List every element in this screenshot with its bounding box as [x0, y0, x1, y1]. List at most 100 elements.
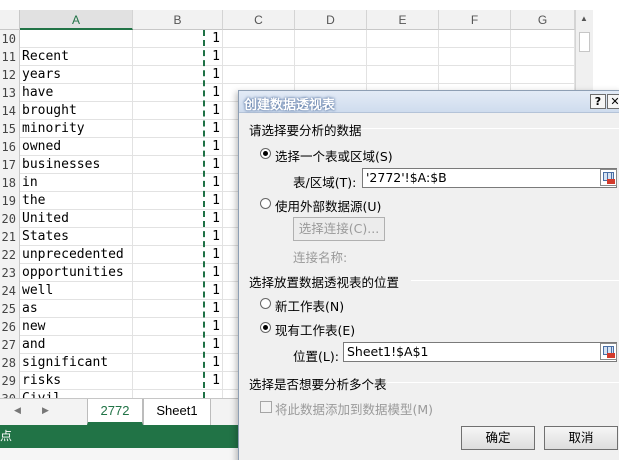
- cell-a[interactable]: the: [20, 192, 133, 210]
- cell-b[interactable]: 1: [133, 318, 223, 336]
- section-placement-label: 选择放置数据透视表的位置: [249, 275, 400, 290]
- ok-button[interactable]: 确定: [461, 426, 535, 450]
- cell-a[interactable]: opportunities: [20, 264, 133, 282]
- radio-new-worksheet[interactable]: [260, 298, 271, 309]
- sheet-tab-sheet1[interactable]: Sheet1: [143, 399, 211, 425]
- option-table-range-label[interactable]: 选择一个表或区域(S): [275, 146, 393, 165]
- row-header[interactable]: 12: [0, 66, 20, 84]
- cell-b[interactable]: 1: [133, 264, 223, 282]
- cell-b[interactable]: 1: [133, 156, 223, 174]
- cell-a[interactable]: and: [20, 336, 133, 354]
- cell-b[interactable]: 1: [133, 30, 223, 48]
- section-multiple-tables-label: 选择是否想要分析多个表: [249, 377, 387, 392]
- row-header[interactable]: 15: [0, 120, 20, 138]
- cell-b[interactable]: 1: [133, 336, 223, 354]
- cell-a[interactable]: years: [20, 66, 133, 84]
- column-header-b[interactable]: B: [133, 10, 223, 30]
- location-input[interactable]: Sheet1!$A$1: [343, 342, 617, 362]
- row-header[interactable]: 29: [0, 372, 20, 390]
- cell-a[interactable]: well: [20, 282, 133, 300]
- row-header[interactable]: 16: [0, 138, 20, 156]
- cell-a[interactable]: significant: [20, 354, 133, 372]
- cell-a[interactable]: risks: [20, 372, 133, 390]
- range-collapse-icon[interactable]: [600, 169, 617, 186]
- row-header[interactable]: 19: [0, 192, 20, 210]
- row-header[interactable]: 28: [0, 354, 20, 372]
- table-row: years 1: [20, 66, 575, 84]
- row-header[interactable]: 10: [0, 30, 20, 48]
- row-header[interactable]: 17: [0, 156, 20, 174]
- row-header[interactable]: 24: [0, 282, 20, 300]
- cell-b[interactable]: 1: [133, 354, 223, 372]
- radio-existing-worksheet[interactable]: [260, 322, 271, 333]
- scroll-thumb[interactable]: [579, 32, 590, 52]
- sheet-tab-2772[interactable]: 2772: [87, 399, 143, 425]
- column-header-d[interactable]: D: [295, 10, 367, 30]
- dialog-title: 创建数据透视表: [244, 98, 336, 113]
- row-header[interactable]: 22: [0, 246, 20, 264]
- row-header[interactable]: 25: [0, 300, 20, 318]
- row-header[interactable]: 21: [0, 228, 20, 246]
- section-divider: [387, 382, 619, 383]
- cell-b[interactable]: 1: [133, 84, 223, 102]
- cell-b[interactable]: 1: [133, 282, 223, 300]
- cell-a[interactable]: United: [20, 210, 133, 228]
- cell-b[interactable]: 1: [133, 300, 223, 318]
- cell-b[interactable]: 1: [133, 138, 223, 156]
- cell-a[interactable]: minority: [20, 120, 133, 138]
- help-icon[interactable]: ?: [590, 94, 606, 109]
- column-header-g[interactable]: G: [511, 10, 575, 30]
- cell-a[interactable]: new: [20, 318, 133, 336]
- column-header-e[interactable]: E: [367, 10, 439, 30]
- option-existing-worksheet-label[interactable]: 现有工作表(E): [275, 320, 355, 339]
- option-external-source-label[interactable]: 使用外部数据源(U): [275, 196, 381, 215]
- cell-b[interactable]: 1: [133, 246, 223, 264]
- option-new-worksheet-label[interactable]: 新工作表(N): [275, 296, 344, 315]
- row-header[interactable]: 23: [0, 264, 20, 282]
- range-input[interactable]: '2772'!$A:$B: [362, 168, 617, 188]
- cell-b[interactable]: 1: [133, 228, 223, 246]
- cell-a[interactable]: owned: [20, 138, 133, 156]
- location-collapse-icon[interactable]: [600, 343, 617, 360]
- cell-a[interactable]: in: [20, 174, 133, 192]
- copy-marquee: [203, 30, 205, 398]
- close-icon[interactable]: ✕: [607, 94, 619, 109]
- cell-a[interactable]: businesses: [20, 156, 133, 174]
- column-header-c[interactable]: C: [223, 10, 295, 30]
- cell-b[interactable]: 1: [133, 192, 223, 210]
- cell-b[interactable]: 1: [133, 48, 223, 66]
- row-header[interactable]: 11: [0, 48, 20, 66]
- row-header[interactable]: 14: [0, 102, 20, 120]
- dialog-titlebar[interactable]: 创建数据透视表 ? ✕: [239, 91, 619, 113]
- radio-table-range[interactable]: [260, 148, 271, 159]
- cell-a[interactable]: have: [20, 84, 133, 102]
- column-header-f[interactable]: F: [439, 10, 511, 30]
- cell-a[interactable]: as: [20, 300, 133, 318]
- row-header[interactable]: 18: [0, 174, 20, 192]
- cell-a[interactable]: brought: [20, 102, 133, 120]
- cell-b[interactable]: 1: [133, 210, 223, 228]
- tab-scroll-right-icon[interactable]: ▶: [42, 405, 49, 416]
- cell-a[interactable]: Recent: [20, 48, 133, 66]
- scroll-up-icon[interactable]: ▲: [580, 14, 588, 23]
- select-all-corner[interactable]: [0, 10, 20, 30]
- radio-external-source[interactable]: [260, 198, 271, 209]
- table-row: Recent 1: [20, 48, 575, 66]
- cell-b[interactable]: 1: [133, 102, 223, 120]
- row-header[interactable]: 20: [0, 210, 20, 228]
- choose-connection-button[interactable]: 选择连接(C)...: [293, 217, 385, 241]
- tab-scroll-left-icon[interactable]: ◀: [14, 405, 21, 416]
- cell-b[interactable]: 1: [133, 66, 223, 84]
- row-header[interactable]: 13: [0, 84, 20, 102]
- cell-a[interactable]: [20, 30, 133, 48]
- cancel-button[interactable]: 取消: [544, 426, 618, 450]
- column-header-a[interactable]: A: [20, 10, 133, 30]
- cell-a[interactable]: States: [20, 228, 133, 246]
- cell-b[interactable]: 1: [133, 174, 223, 192]
- row-header[interactable]: 26: [0, 318, 20, 336]
- cell-b[interactable]: 1: [133, 372, 223, 390]
- data-model-checkbox[interactable]: [260, 401, 272, 413]
- cell-b[interactable]: 1: [133, 120, 223, 138]
- cell-a[interactable]: unprecedented: [20, 246, 133, 264]
- row-header[interactable]: 27: [0, 336, 20, 354]
